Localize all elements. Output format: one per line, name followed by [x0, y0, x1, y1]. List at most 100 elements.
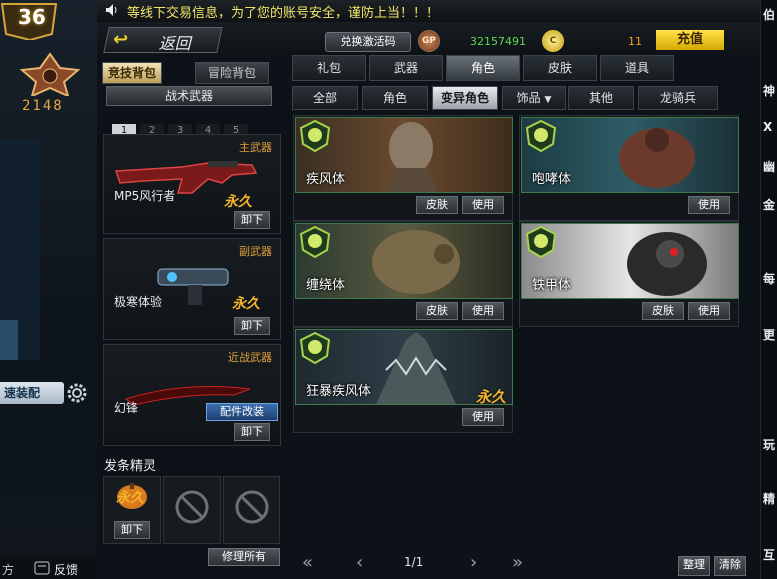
redeem-code-button[interactable]: 兑换激活码	[325, 32, 411, 52]
cf-point-icon: C	[542, 30, 564, 52]
no-entry-icon	[235, 490, 269, 524]
character-name: 疾风体	[306, 172, 346, 187]
tactical-weapon-button[interactable]: 战术武器	[106, 86, 272, 106]
tab-skins[interactable]: 皮肤	[523, 55, 597, 81]
character-name: 狂暴疾风体	[306, 384, 372, 399]
weapon-name: MP5风行者	[114, 189, 176, 203]
unload-button[interactable]: 卸下	[114, 521, 150, 539]
skull-emblem-icon	[300, 226, 330, 258]
skull-emblem-icon	[300, 120, 330, 152]
feedback-icon[interactable]	[34, 561, 50, 575]
empty-slot	[223, 476, 280, 544]
use-button[interactable]: 使用	[688, 196, 730, 214]
slot-type: 近战武器	[228, 351, 272, 364]
notice-text: 等线下交易信息，为了您的账号安全，谨防上当！！！	[127, 6, 440, 21]
no-entry-icon	[175, 490, 209, 524]
melee-weapon-slot[interactable]: 近战武器 幻锋 配件改装 卸下	[103, 344, 281, 446]
character-card[interactable]: 缠绕体 皮肤 使用	[293, 221, 513, 327]
last-page-icon[interactable]: »	[512, 552, 523, 573]
subtab-other[interactable]: 其他	[568, 86, 634, 110]
gp-coin-icon: GP	[418, 30, 440, 52]
first-page-icon[interactable]: «	[302, 552, 313, 573]
repair-all-button[interactable]: 修理所有	[208, 548, 280, 566]
use-button[interactable]: 使用	[462, 196, 504, 214]
zombie-portrait	[372, 230, 460, 294]
subtab-mutant-character[interactable]: 变异角色	[432, 86, 498, 110]
accessory-mod-button[interactable]: 配件改装	[206, 403, 278, 421]
skull-emblem-icon	[526, 226, 556, 258]
tab-characters[interactable]: 角色	[446, 55, 520, 81]
use-button[interactable]: 使用	[462, 408, 504, 426]
secondary-weapon-slot[interactable]: 副武器 极寒体验 永久 卸下	[103, 238, 281, 340]
right-strip-char: 玩	[763, 438, 776, 452]
right-strip-char: 神	[763, 84, 776, 98]
rank-insignia-icon	[20, 52, 80, 96]
back-button[interactable]: ↩ 返回	[103, 27, 223, 53]
back-arrow-icon: ↩	[113, 29, 129, 50]
gear-icon[interactable]	[66, 382, 88, 404]
zombie-portrait	[386, 122, 438, 192]
skin-button[interactable]: 皮肤	[416, 302, 458, 320]
previous-page-icon[interactable]: ‹	[356, 552, 363, 573]
subtab-accessory-label: 饰品	[516, 91, 541, 105]
skin-button[interactable]: 皮肤	[416, 196, 458, 214]
cf-point-balance: 11	[628, 35, 642, 48]
character-art: 咆哮体	[521, 117, 739, 193]
right-strip-char: 更	[763, 328, 776, 342]
character-name: 缠绕体	[306, 278, 346, 293]
clockwork-spirit-slot[interactable]: 永久 卸下	[103, 476, 161, 544]
character-card[interactable]: 铁甲体 皮肤 使用	[519, 221, 739, 327]
permanent-label: 永久	[475, 388, 506, 405]
tab-weapons[interactable]: 武器	[369, 55, 443, 81]
unload-button[interactable]: 卸下	[234, 211, 270, 229]
page-indicator: 1/1	[404, 555, 424, 569]
right-strip-char: X	[763, 120, 773, 134]
skull-emblem-icon	[300, 332, 330, 364]
pistol-weapon-image	[157, 268, 229, 305]
tidy-button[interactable]: 整理	[678, 556, 710, 576]
primary-weapon-slot[interactable]: 主武器 MP5风行者 永久 卸下	[103, 134, 281, 234]
level-number: 36	[18, 5, 46, 29]
bottom-left-partial-text: 方	[2, 563, 15, 577]
subtab-character[interactable]: 角色	[362, 86, 428, 110]
feedback-link[interactable]: 反馈	[54, 561, 78, 578]
recharge-button[interactable]: 充值	[656, 30, 724, 50]
subtab-all[interactable]: 全部	[292, 86, 358, 110]
rank-score: 2148	[22, 98, 64, 114]
character-card[interactable]: 疾风体 皮肤 使用	[293, 115, 513, 221]
right-strip-char: 伯	[763, 8, 776, 22]
lobby-glow-decoration	[0, 140, 40, 360]
next-page-icon[interactable]: ›	[470, 552, 477, 573]
unload-button[interactable]: 卸下	[234, 423, 270, 441]
right-strip-char: 精	[763, 492, 776, 506]
skin-button[interactable]: 皮肤	[642, 302, 684, 320]
tab-gift-pack[interactable]: 礼包	[292, 55, 366, 81]
right-side-strip: 伯 神 X 幽 金 每 更 玩 精 互	[760, 0, 777, 579]
subtab-dragoon[interactable]: 龙骑兵	[638, 86, 718, 110]
zombie-portrait	[627, 232, 707, 296]
use-button[interactable]: 使用	[688, 302, 730, 320]
character-card[interactable]: 咆哮体 使用	[519, 115, 739, 221]
bottom-left-bar: 方 反馈	[0, 557, 97, 579]
right-strip-char: 幽	[763, 160, 776, 174]
character-name: 咆哮体	[532, 172, 572, 187]
character-art: 缠绕体	[295, 223, 513, 299]
character-card[interactable]: 狂暴疾风体 永久 使用	[293, 327, 513, 433]
use-button[interactable]: 使用	[462, 302, 504, 320]
slot-type: 副武器	[239, 245, 272, 258]
tab-adventure-backpack[interactable]: 冒险背包	[195, 62, 269, 84]
right-strip-char: 金	[763, 198, 776, 212]
tab-competitive-backpack[interactable]: 竞技背包	[102, 62, 162, 84]
speaker-icon	[106, 4, 117, 16]
clear-button[interactable]: 清除	[714, 556, 746, 576]
unload-button[interactable]: 卸下	[234, 317, 270, 335]
permanent-label: 永久	[224, 194, 252, 210]
permanent-label: 永久	[232, 296, 260, 312]
clockwork-spirit-label: 发条精灵	[104, 459, 157, 474]
tab-items[interactable]: 道具	[600, 55, 674, 81]
notice-bar: 等线下交易信息，为了您的账号安全，谨防上当！！！	[97, 0, 777, 23]
quick-assemble-button[interactable]: 速装配	[0, 382, 64, 404]
subtab-accessory[interactable]: 饰品 ▼	[502, 86, 566, 110]
level-badge: 36	[0, 0, 60, 40]
skull-emblem-icon	[526, 120, 556, 152]
